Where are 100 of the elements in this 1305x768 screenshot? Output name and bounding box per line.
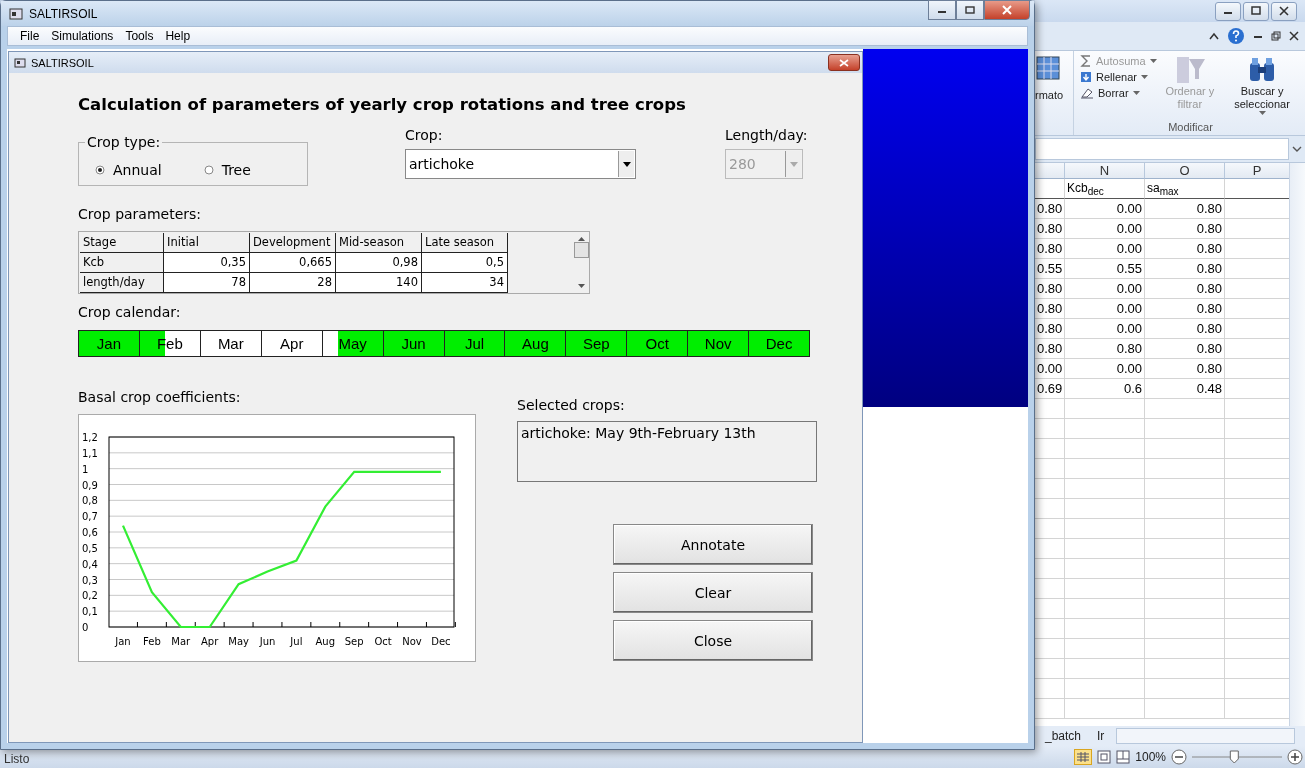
table-cell: 0.00 [1065, 279, 1145, 299]
menu-item[interactable]: File [14, 29, 46, 44]
column-header[interactable]: O [1145, 163, 1225, 179]
action-button[interactable]: Annotate [613, 524, 813, 565]
action-button[interactable]: Close [613, 620, 813, 661]
collapse-icon[interactable] [1209, 32, 1219, 40]
row-header: length/day [80, 273, 164, 293]
menu-item[interactable]: Help [159, 29, 197, 44]
scroll-down-icon[interactable] [577, 284, 585, 288]
table-cell: 0.48 [1145, 379, 1225, 399]
close-button[interactable] [1271, 1, 1297, 21]
zoom-level[interactable]: 100% [1135, 750, 1166, 764]
axis-tick-label: 0,5 [82, 542, 98, 554]
help-icon[interactable] [1227, 27, 1245, 45]
row-header: Kcb [80, 253, 164, 273]
axis-tick-label: Apr [201, 636, 219, 647]
close-button[interactable] [828, 54, 860, 71]
window-title: SALTIRSOIL [29, 6, 98, 21]
table-cell: 0,98 [336, 253, 422, 273]
find-select-button[interactable]: Buscar y seleccionar [1223, 55, 1301, 121]
menu-item[interactable]: Tools [119, 29, 160, 44]
crop-dropdown[interactable]: artichoke [405, 149, 636, 179]
sheet-tab[interactable]: _batch [1041, 729, 1086, 743]
calendar-month: Aug [505, 331, 567, 356]
minimize-button[interactable] [928, 0, 956, 20]
table-cell: 0.80 [1145, 259, 1225, 279]
section-label: Crop calendar: [78, 304, 182, 320]
page-layout-icon[interactable] [1097, 750, 1112, 764]
zoom-out-icon[interactable] [1171, 748, 1187, 766]
table-cell: 0.80 [1065, 339, 1145, 359]
restore-icon [1250, 6, 1262, 16]
restore-icon[interactable] [1271, 31, 1281, 41]
ribbon-group-label: Modificar [1167, 121, 1214, 133]
caret-icon [1132, 91, 1140, 95]
axis-tick-label: 0,3 [82, 574, 98, 586]
header-cell: sa$_{max}$ [1145, 179, 1225, 199]
axis-tick-label: 1,1 [82, 447, 98, 459]
table-cell: 0.00 [1065, 219, 1145, 239]
table-cell: 0.00 [1065, 239, 1145, 259]
table-cell: 0.80 [1145, 359, 1225, 379]
radio-option[interactable]: Annual [95, 161, 162, 178]
ribbon-button[interactable]: Rellenar [1080, 71, 1157, 83]
axis-tick-label: 0,9 [82, 479, 98, 491]
table-cell: 0.80 [1145, 339, 1225, 359]
format-label[interactable]: rmato [1035, 89, 1064, 101]
calendar-month: May [322, 331, 384, 356]
caret-icon [1140, 75, 1148, 79]
ribbon-button[interactable]: Borrar [1080, 87, 1157, 99]
axis-tick-label: 0,6 [82, 527, 98, 538]
menu-item[interactable]: Simulations [45, 29, 120, 44]
expand-icon[interactable] [1292, 145, 1302, 153]
section-label: Basal crop coefficients: [78, 389, 242, 405]
sheet-tab[interactable]: Ir [1093, 729, 1109, 743]
table-cell: 0.80 [1145, 219, 1225, 239]
calendar-month: Jan [79, 331, 140, 356]
caret-icon [1149, 59, 1157, 63]
axis-tick-label: Feb [143, 636, 161, 647]
axis-tick-label: Mar [171, 636, 191, 647]
normal-view-icon[interactable] [1074, 749, 1093, 765]
axis-tick-label: Jan [115, 636, 131, 647]
table-cell: 0,5 [422, 253, 508, 273]
restore-button[interactable] [1243, 1, 1269, 21]
zoom-in-icon[interactable] [1287, 748, 1303, 766]
zoom-slider[interactable] [1192, 748, 1282, 766]
status-text: Listo [3, 751, 30, 766]
calendar-month: Nov [688, 331, 750, 356]
table-cell: 140 [336, 273, 422, 293]
sigma-icon [1080, 55, 1092, 67]
radio-button[interactable] [203, 164, 214, 175]
maximize-button[interactable] [956, 0, 984, 20]
eraser-icon [1080, 87, 1094, 99]
axis-tick-label: May [228, 636, 249, 647]
table-cell: 0,35 [164, 253, 250, 273]
close-icon[interactable] [1289, 31, 1299, 41]
group-label: Crop type: [86, 134, 162, 150]
minimize-button[interactable] [1215, 1, 1241, 21]
axis-tick-label: Aug [315, 636, 336, 647]
dialog-title: SALTIRSOIL [31, 56, 94, 69]
calendar-month: Oct [627, 331, 689, 356]
radio-option[interactable]: Tree [203, 161, 251, 178]
page-break-icon[interactable] [1116, 750, 1131, 764]
dialog-heading: Calculation of parameters of yearly crop rotations and tree crops [78, 95, 687, 114]
table-format-icon [1035, 55, 1061, 81]
axis-tick-label: Jun [259, 636, 276, 647]
close-icon [839, 58, 849, 67]
calendar-month: Jul [444, 331, 506, 356]
field-label: Length/day: [725, 127, 808, 143]
table-cell: 28 [250, 273, 336, 293]
axis-tick-label: Nov [402, 636, 422, 647]
action-button[interactable]: Clear [613, 572, 813, 613]
horizontal-scrollbar[interactable] [1116, 728, 1295, 744]
selected-crop-text: artichoke: May 9th-February 13th [521, 425, 756, 441]
app-icon [9, 7, 23, 20]
radio-button[interactable] [95, 164, 105, 175]
axis-tick-label: 1 [82, 463, 89, 475]
fill-down-icon [1080, 71, 1092, 83]
column-header[interactable]: N [1065, 163, 1145, 179]
calendar-month: Sep [566, 331, 628, 356]
close-icon [1001, 4, 1013, 15]
table-cell: 0.6 [1065, 379, 1145, 399]
